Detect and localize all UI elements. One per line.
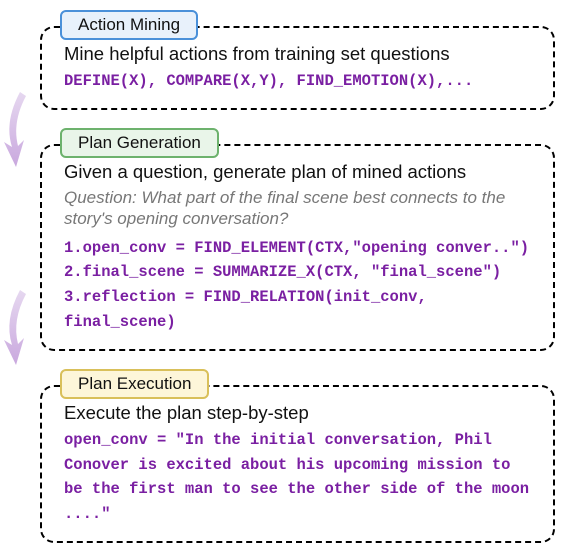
mining-desc: Mine helpful actions from training set q…: [58, 42, 537, 65]
tag-action-mining: Action Mining: [60, 10, 198, 40]
arrow-plan-to-exec: [0, 290, 38, 370]
plan-question: Question: What part of the final scene b…: [58, 187, 537, 230]
tag-plan-generation: Plan Generation: [60, 128, 219, 158]
tag-label: Plan Generation: [78, 133, 201, 152]
block-action-mining: Action Mining Mine helpful actions from …: [40, 10, 555, 110]
exec-code: open_conv = "In the initial conversation…: [58, 428, 537, 527]
tag-plan-execution: Plan Execution: [60, 369, 209, 399]
block-plan-execution: Plan Execution Execute the plan step-by-…: [40, 369, 555, 543]
arrow-mining-to-plan: [0, 92, 38, 172]
plan-desc: Given a question, generate plan of mined…: [58, 160, 537, 183]
tag-label: Action Mining: [78, 15, 180, 34]
box-plan-execution: Execute the plan step-by-step open_conv …: [40, 385, 555, 543]
mining-code: DEFINE(X), COMPARE(X,Y), FIND_EMOTION(X)…: [58, 69, 537, 94]
plan-code: 1.open_conv = FIND_ELEMENT(CTX,"opening …: [58, 236, 537, 335]
box-plan-generation: Given a question, generate plan of mined…: [40, 144, 555, 351]
tag-label: Plan Execution: [78, 374, 191, 393]
block-plan-generation: Plan Generation Given a question, genera…: [40, 128, 555, 351]
exec-desc: Execute the plan step-by-step: [58, 401, 537, 424]
